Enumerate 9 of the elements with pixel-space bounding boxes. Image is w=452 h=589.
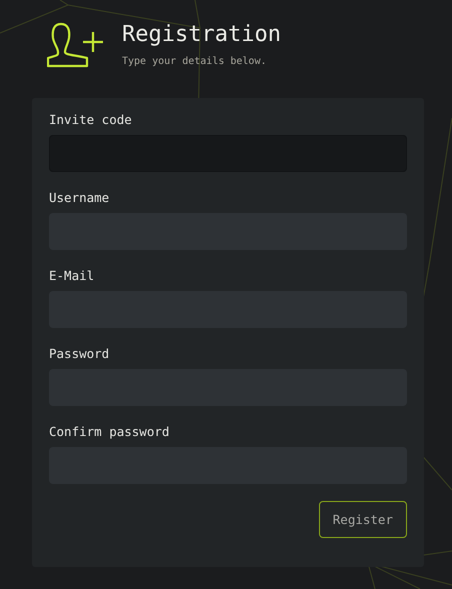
add-user-icon [47,22,104,68]
field-label: Username [49,190,110,206]
field-label: Invite code [49,112,133,128]
field-label: Password [49,346,110,362]
page-subtitle: Type your details below. [122,56,268,67]
register-button[interactable]: Register [318,501,407,538]
field-label: E-Mail [49,268,96,284]
page-title: Registration [122,22,281,48]
field-label: Confirm password [49,424,170,440]
